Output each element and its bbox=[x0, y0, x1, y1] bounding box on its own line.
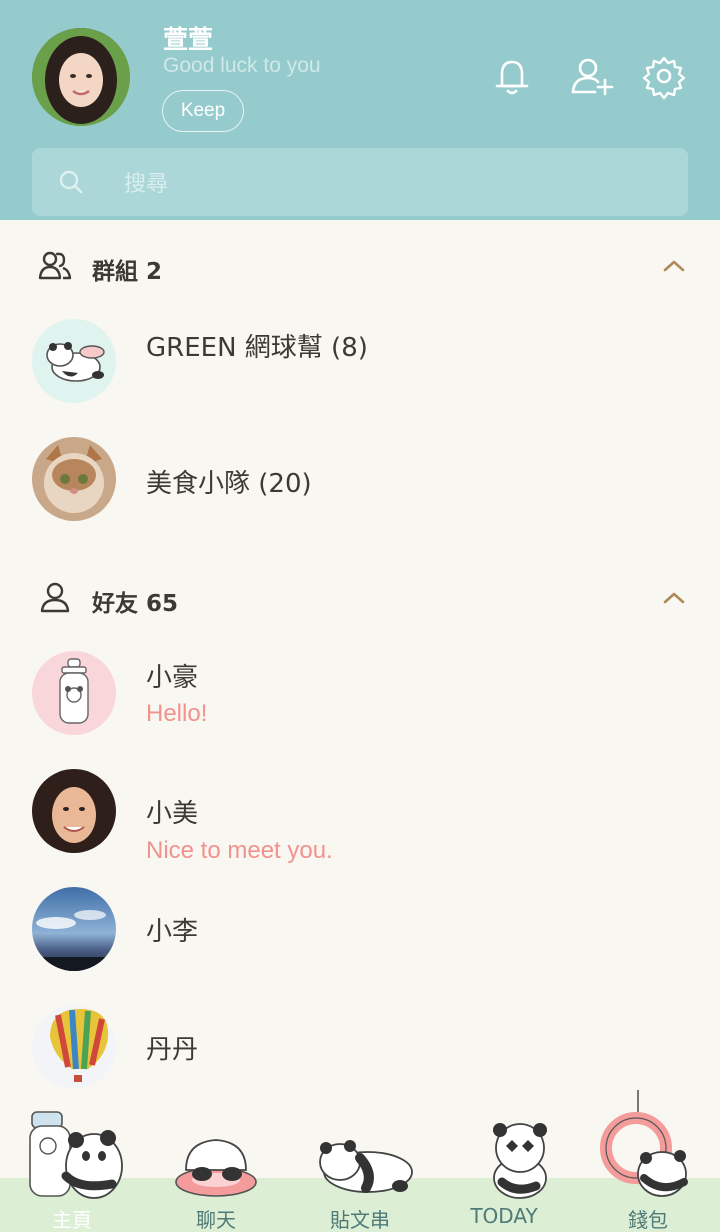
gear-icon[interactable] bbox=[640, 52, 688, 100]
nav-timeline[interactable]: 貼文串 bbox=[288, 1090, 432, 1232]
friend-name: 丹丹 bbox=[146, 1035, 199, 1065]
friend-row[interactable]: 小豪 Hello! bbox=[0, 651, 720, 761]
friend-name: 小美 bbox=[146, 799, 199, 829]
panda-lying-icon bbox=[319, 1140, 413, 1193]
friend-row[interactable]: 小李 bbox=[0, 887, 720, 997]
groups-title: 群組 2 bbox=[92, 259, 163, 285]
keep-button[interactable]: Keep bbox=[162, 90, 244, 132]
add-friend-icon[interactable] bbox=[567, 52, 615, 100]
search-input[interactable]: 搜尋 bbox=[32, 148, 688, 216]
friend-avatar bbox=[32, 651, 116, 735]
profile-status[interactable]: Good luck to you bbox=[163, 54, 321, 78]
friend-status: Hello! bbox=[146, 700, 208, 727]
nav-today[interactable]: TODAY bbox=[432, 1090, 576, 1232]
chevron-up-icon[interactable] bbox=[662, 586, 686, 610]
group-name: GREEN 網球幫 (8) bbox=[146, 333, 368, 363]
group-icon bbox=[38, 251, 72, 280]
friend-avatar bbox=[32, 1005, 116, 1089]
nav-today-label: TODAY bbox=[470, 1204, 538, 1228]
panda-ring-icon bbox=[175, 1139, 257, 1197]
friend-icon bbox=[40, 582, 70, 613]
profile-header: 萱萱 Good luck to you Keep 搜尋 bbox=[0, 0, 720, 220]
groups-section-header[interactable]: 群組 2 bbox=[0, 236, 720, 296]
profile-avatar[interactable] bbox=[32, 28, 130, 126]
friend-name: 小李 bbox=[146, 917, 199, 947]
bell-icon[interactable] bbox=[488, 52, 536, 100]
chevron-up-icon[interactable] bbox=[662, 254, 686, 278]
panda-bottle-icon bbox=[29, 1111, 123, 1199]
profile-name: 萱萱 bbox=[163, 25, 214, 54]
friend-row[interactable]: 小美 Nice to meet you. bbox=[0, 769, 720, 879]
friends-section-header[interactable]: 好友 65 bbox=[0, 568, 720, 628]
nav-timeline-label: 貼文串 bbox=[330, 1208, 390, 1232]
group-avatar bbox=[32, 319, 116, 403]
friend-avatar bbox=[32, 887, 116, 971]
group-row[interactable]: 美食小隊 (20) bbox=[0, 437, 720, 547]
group-name: 美食小隊 (20) bbox=[146, 469, 312, 499]
friend-avatar bbox=[32, 769, 116, 853]
friend-status: Nice to meet you. bbox=[146, 837, 333, 864]
panda-swing-icon bbox=[600, 1090, 688, 1197]
friend-name: 小豪 bbox=[146, 663, 199, 693]
nav-home-label: 主頁 bbox=[52, 1208, 92, 1232]
nav-wallet-label: 錢包 bbox=[628, 1208, 668, 1232]
nav-chat[interactable]: 聊天 bbox=[144, 1090, 288, 1232]
nav-wallet[interactable]: 錢包 bbox=[576, 1090, 720, 1232]
panda-sunglasses-icon bbox=[493, 1123, 547, 1199]
group-avatar bbox=[32, 437, 116, 521]
nav-chat-label: 聊天 bbox=[196, 1208, 236, 1232]
nav-home[interactable]: 主頁 bbox=[0, 1090, 144, 1232]
search-placeholder: 搜尋 bbox=[124, 172, 169, 197]
friends-title: 好友 65 bbox=[92, 591, 179, 617]
group-row[interactable]: GREEN 網球幫 (8) bbox=[0, 319, 720, 429]
search-icon bbox=[59, 170, 83, 194]
